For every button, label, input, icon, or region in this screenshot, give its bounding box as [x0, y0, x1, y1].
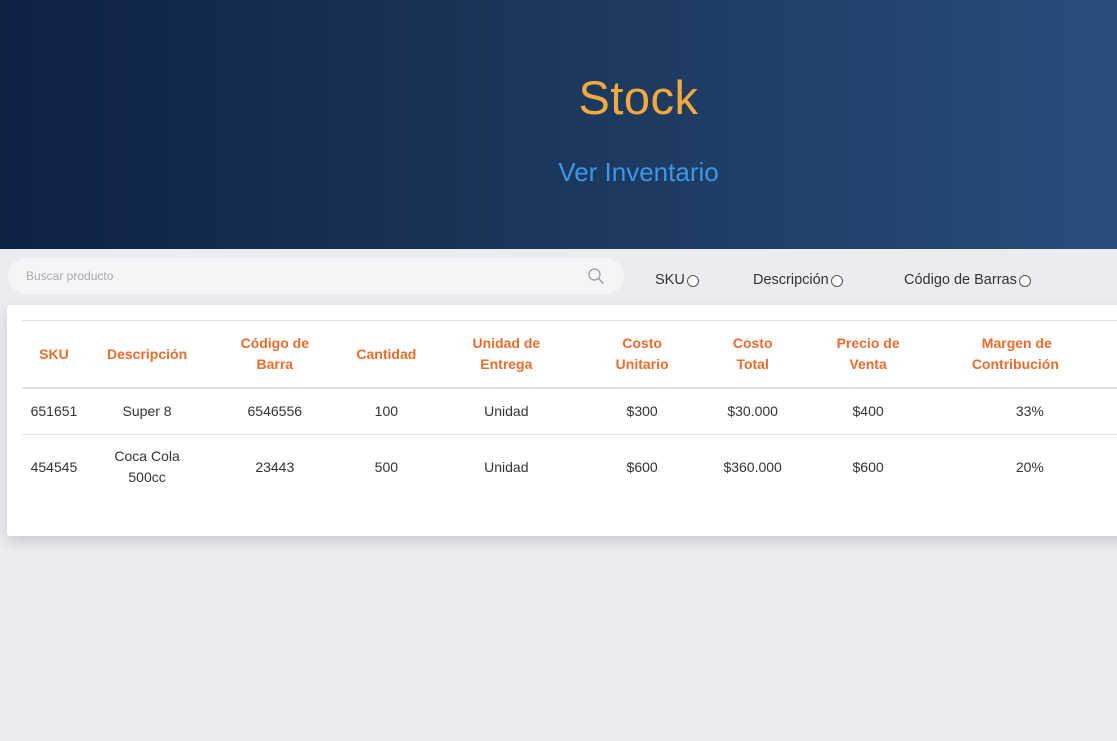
cell-unidad: Unidad: [431, 388, 582, 435]
table-row[interactable]: 651651 Super 8 6546556 100 Unidad $300 $…: [22, 388, 1117, 435]
cell-descripcion: Coca Cola 500cc: [114, 448, 180, 485]
column-header-costo-total[interactable]: Costo Total: [702, 320, 803, 389]
column-header-sku[interactable]: SKU: [22, 320, 86, 389]
search-bar: [8, 258, 624, 294]
page-header: Stock Ver Inventario: [0, 0, 1117, 249]
cell-precio-venta: $400: [802, 388, 934, 435]
inventory-card: SKU Descripción Código de Barra Cantidad …: [7, 305, 1117, 536]
filter-sku-label: SKU: [655, 272, 685, 288]
column-header-unidad-entrega[interactable]: Unidad de Entrega: [431, 320, 582, 389]
cell-cantidad: 100: [341, 388, 432, 435]
page-title: Stock: [578, 71, 699, 124]
cell-cantidad: 500: [374, 458, 399, 475]
table-row[interactable]: 454545 Coca Cola 500cc 23443 500 Unidad $…: [22, 435, 1117, 500]
column-header-precio-venta[interactable]: Precio de Venta: [802, 320, 934, 389]
cell-costo-total: $30.000: [702, 388, 803, 435]
column-header-cantidad[interactable]: Cantidad: [341, 320, 432, 389]
column-header-margen[interactable]: Margen de Contribución: [933, 320, 1117, 389]
inventory-table: SKU Descripción Código de Barra Cantidad …: [22, 320, 1117, 499]
filter-descripcion[interactable]: Descripción: [753, 271, 843, 289]
search-input[interactable]: [8, 258, 578, 294]
cell-precio-venta: $600: [852, 458, 884, 475]
cell-costo-total: $360.000: [723, 458, 782, 475]
cell-unidad: Unidad: [484, 458, 529, 475]
filter-codigo-barras[interactable]: Código de Barras: [904, 271, 1031, 289]
table-header-row: SKU Descripción Código de Barra Cantidad …: [22, 320, 1117, 389]
filter-descripcion-radio[interactable]: [830, 274, 843, 287]
cell-margen: 20%: [1015, 458, 1044, 475]
cell-sku: 454545: [30, 458, 78, 475]
column-header-costo-unitario[interactable]: Costo Unitario: [581, 320, 703, 389]
cell-descripcion: Super 8: [85, 388, 209, 435]
filter-codigo-barras-label: Código de Barras: [904, 272, 1017, 288]
cell-margen: 33%: [933, 388, 1117, 435]
column-header-codigo-barra[interactable]: Código de Barra: [208, 320, 342, 389]
filter-sku-radio[interactable]: [686, 274, 699, 287]
filter-codigo-barras-radio[interactable]: [1018, 274, 1031, 287]
cell-costo-unitario: $300: [581, 388, 703, 435]
column-header-descripcion[interactable]: Descripción: [85, 320, 209, 389]
cell-codigo-barra: 23443: [255, 458, 295, 475]
filter-sku[interactable]: SKU: [655, 271, 699, 289]
filter-descripcion-label: Descripción: [753, 272, 829, 288]
cell-costo-unitario: $600: [626, 458, 658, 475]
search-icon[interactable]: [587, 267, 605, 285]
cell-codigo-barra: 6546556: [208, 388, 342, 435]
cell-sku: 651651: [22, 388, 86, 435]
page-subtitle: Ver Inventario: [558, 157, 719, 187]
